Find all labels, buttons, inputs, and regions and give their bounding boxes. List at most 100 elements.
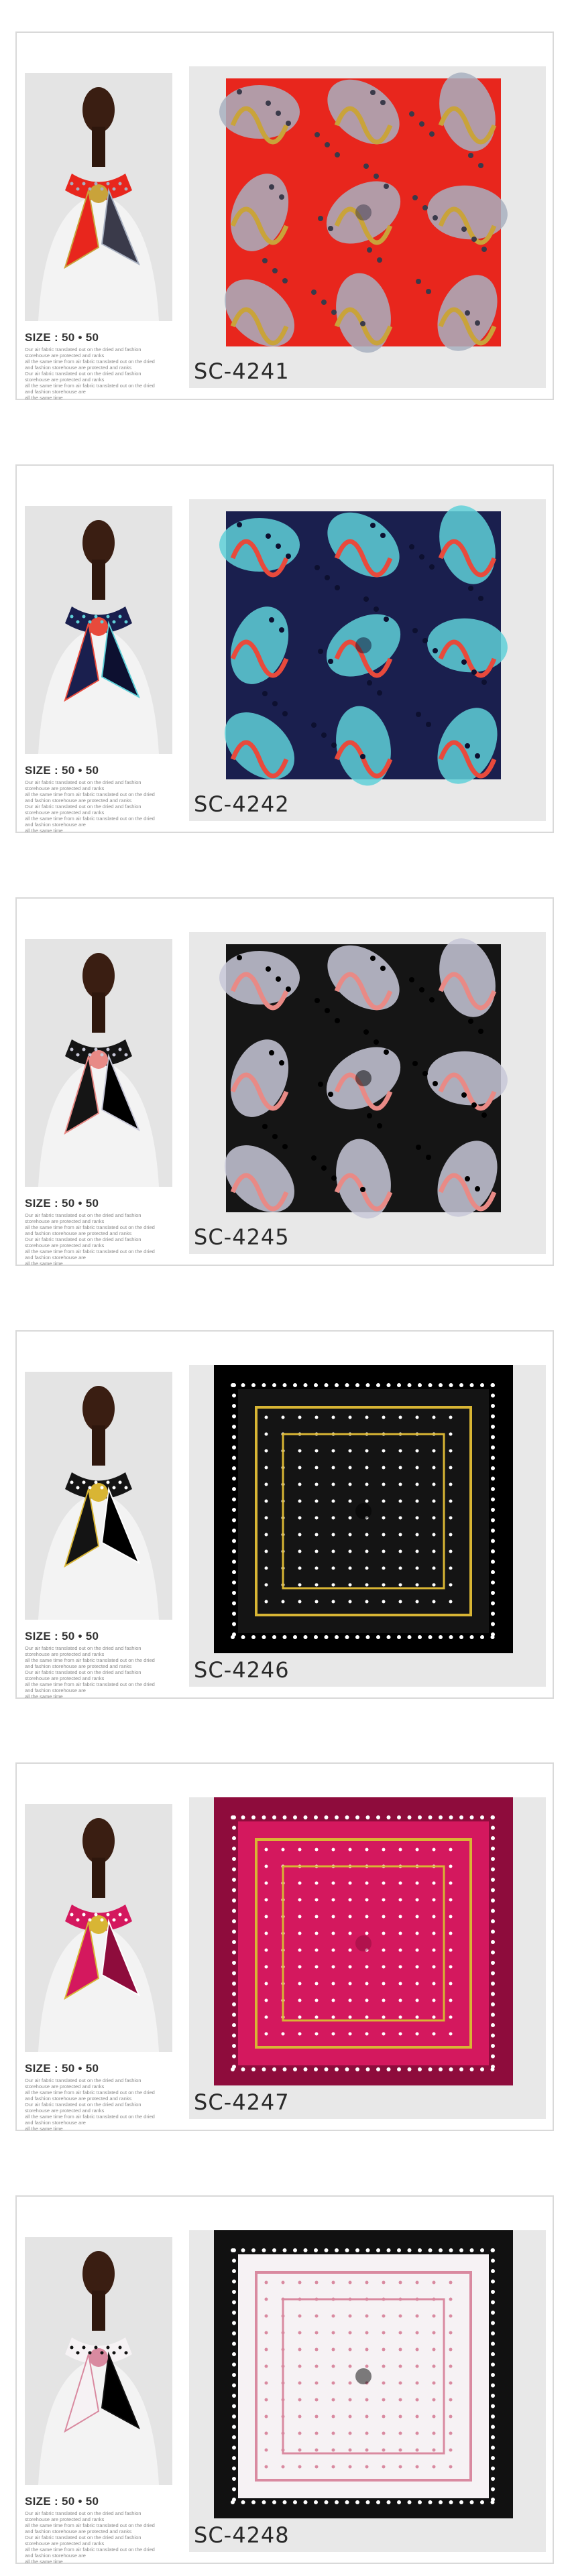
scarf-center-twist: [355, 1070, 372, 1086]
field-dot: [382, 1600, 386, 1604]
product-card: SIZE : 50 • 50 Our air fabric translated …: [15, 1330, 554, 1699]
border-dot: [232, 2065, 236, 2069]
border-dot: [365, 2067, 370, 2071]
border-dot: [491, 2321, 495, 2325]
scarf-dot: [82, 1047, 86, 1051]
field-dot: [365, 2280, 369, 2284]
field-dot: [398, 2347, 402, 2352]
border-dot: [491, 1992, 495, 1996]
field-dot: [331, 2364, 335, 2368]
field-dot: [315, 1533, 319, 1537]
print-spot: [272, 1134, 278, 1139]
field-dot: [348, 2465, 352, 2469]
field-dot: [331, 1566, 335, 1570]
field-dot: [315, 1915, 319, 1919]
border-dot: [491, 1404, 495, 1408]
border-dot: [232, 1982, 236, 1986]
description-line: and fashion storehouse are protected and…: [25, 2096, 132, 2102]
border-dot: [303, 2500, 308, 2504]
print-spot: [429, 131, 435, 137]
border-dot: [232, 1435, 236, 1439]
border-dot: [491, 1888, 495, 1892]
print-spot: [468, 153, 473, 158]
field-dot: [398, 2331, 402, 2335]
border-dot: [232, 2414, 236, 2419]
print-spot: [363, 596, 369, 602]
scarf-dot: [112, 620, 116, 624]
border-dot: [491, 2012, 495, 2017]
field-dot: [315, 2331, 319, 2335]
description-line: all the same time from air fabric transl…: [25, 359, 155, 365]
field-dot: [264, 1432, 268, 1436]
border-dot: [397, 1383, 401, 1387]
description-line: storehouse are protected and ranks: [25, 2083, 105, 2089]
mannequin-neck: [92, 1425, 105, 1466]
field-dot: [432, 1533, 436, 1537]
print-spot: [276, 976, 281, 982]
field-dot: [331, 1516, 335, 1520]
description-line: Our air fabric translated out on the dri…: [25, 346, 141, 352]
field-dot: [348, 1566, 352, 1570]
border-dot: [439, 2500, 443, 2504]
description-line: all the same time from air fabric transl…: [25, 1657, 155, 1663]
border-dot: [232, 1456, 236, 1460]
field-dot: [415, 1931, 419, 1935]
sku-code: SC-4242: [194, 791, 290, 817]
field-dot: [365, 2347, 369, 2352]
border-dot: [282, 2500, 287, 2504]
field-dot: [432, 2364, 436, 2368]
field-dot: [315, 2347, 319, 2352]
description-line: storehouse are protected and ranks: [25, 785, 105, 791]
scarf-dot: [88, 1053, 92, 1057]
border-dot: [232, 1487, 236, 1491]
field-dot: [264, 2280, 268, 2284]
field-dot: [415, 1449, 419, 1453]
field-dot: [415, 1549, 419, 1553]
field-dot: [449, 2381, 453, 2385]
border-dot: [428, 2248, 433, 2252]
border-dot: [335, 1815, 339, 1819]
field-dot: [382, 1533, 386, 1537]
border-dot: [232, 1961, 236, 1965]
border-dot: [232, 2362, 236, 2367]
field-dot: [298, 1533, 302, 1537]
border-dot: [439, 1635, 443, 1639]
field-dot: [264, 2297, 268, 2301]
field-dot: [382, 2364, 386, 2368]
field-dot: [348, 1516, 352, 1520]
scarf-dot: [112, 2351, 116, 2355]
scarf-dot: [94, 1480, 98, 1484]
print-spot: [433, 215, 438, 220]
field-dot: [331, 1583, 335, 1587]
border-dot: [232, 2311, 236, 2315]
field-dot: [398, 1583, 402, 1587]
field-dot: [382, 1482, 386, 1486]
field-dot: [298, 1466, 302, 1470]
print-spot: [328, 1092, 333, 1097]
scarf-dot: [94, 2345, 98, 2349]
print-spot: [282, 1144, 288, 1149]
field-dot: [348, 2280, 352, 2284]
border-dot: [232, 2456, 236, 2460]
border-dot: [345, 2248, 349, 2252]
print-spot: [370, 523, 376, 528]
field-dot: [348, 1533, 352, 1537]
scarf-dot: [106, 182, 110, 186]
scarf-dot: [124, 1918, 128, 1922]
border-dot: [335, 2067, 339, 2071]
field-dot: [415, 1533, 419, 1537]
field-dot: [449, 2297, 453, 2301]
field-dot: [264, 1998, 268, 2002]
field-dot: [415, 1566, 419, 1570]
field-dot: [264, 2448, 268, 2452]
border-dot: [376, 1635, 380, 1639]
product-card: SIZE : 50 • 50 Our air fabric translated …: [15, 2195, 554, 2565]
border-dot: [232, 1414, 236, 1419]
print-spot: [471, 1102, 477, 1108]
description-line: storehouse are protected and ranks: [25, 810, 105, 816]
print-spot: [465, 743, 470, 749]
border-dot: [232, 1393, 236, 1398]
field-dot: [365, 1415, 369, 1419]
border-dot: [491, 2065, 495, 2069]
field-dot: [331, 2347, 335, 2352]
